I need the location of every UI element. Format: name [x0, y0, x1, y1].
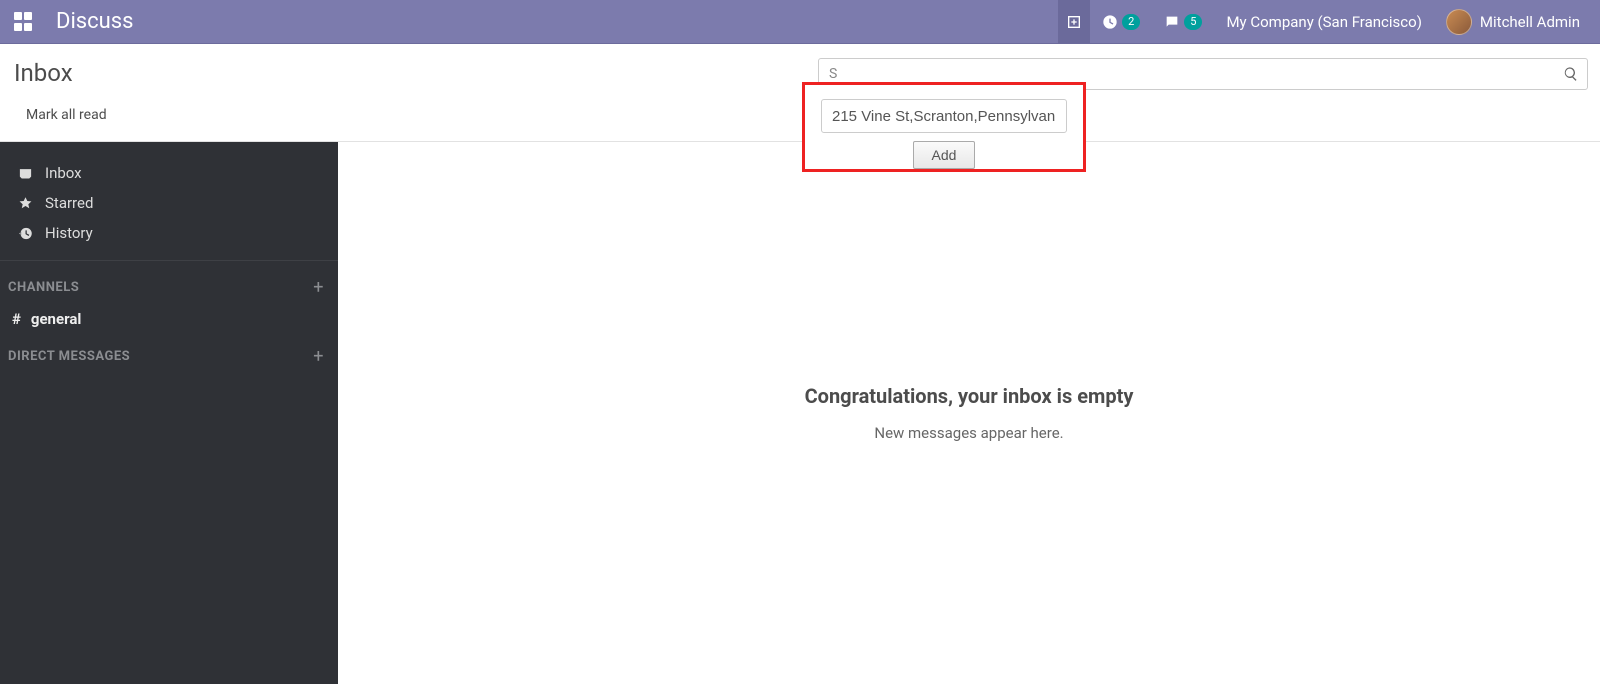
messages-badge: 5 [1184, 14, 1202, 30]
sidebar-item-inbox[interactable]: Inbox [0, 158, 338, 188]
top-navbar: Discuss 2 5 My Company (San Francisco) M… [0, 0, 1600, 44]
company-name: My Company (San Francisco) [1226, 13, 1421, 31]
search-prefix-text: S [829, 66, 837, 82]
activities-button[interactable]: 2 [1090, 0, 1152, 44]
mark-all-read-button[interactable]: Mark all read [26, 107, 107, 123]
add-channel-button[interactable]: + [313, 277, 324, 298]
history-icon [18, 226, 33, 241]
main-area: Inbox Starred History CHANNELS + # gener… [0, 142, 1600, 684]
channel-label: general [31, 310, 81, 328]
category-label: CHANNELS [8, 280, 79, 295]
address-add-popup: Add [802, 82, 1086, 172]
category-label: DIRECT MESSAGES [8, 349, 130, 364]
empty-headline: Congratulations, your inbox is empty [805, 384, 1134, 408]
user-name: Mitchell Admin [1480, 13, 1580, 31]
chat-icon [1164, 14, 1180, 30]
channel-general[interactable]: # general [0, 304, 338, 334]
sidebar-item-label: Inbox [45, 164, 82, 182]
user-menu[interactable]: Mitchell Admin [1434, 0, 1592, 44]
app-title: Discuss [56, 9, 134, 34]
new-window-button[interactable] [1058, 0, 1090, 44]
control-bar: Inbox Mark all read S Add [0, 44, 1600, 142]
company-switcher[interactable]: My Company (San Francisco) [1214, 0, 1433, 44]
inbox-icon [18, 166, 33, 181]
add-button[interactable]: Add [913, 141, 976, 169]
apps-launcher-icon[interactable] [14, 12, 34, 32]
star-icon [18, 196, 33, 211]
page-title: Inbox [14, 59, 107, 87]
sidebar-category-dm[interactable]: DIRECT MESSAGES + [0, 340, 338, 373]
sidebar: Inbox Starred History CHANNELS + # gener… [0, 142, 338, 684]
sidebar-item-history[interactable]: History [0, 218, 338, 248]
search-icon[interactable] [1563, 66, 1579, 82]
sidebar-item-label: History [45, 224, 93, 242]
activities-badge: 2 [1122, 14, 1140, 30]
avatar [1446, 9, 1472, 35]
new-window-icon [1066, 14, 1082, 30]
sidebar-item-starred[interactable]: Starred [0, 188, 338, 218]
add-dm-button[interactable]: + [313, 346, 324, 367]
address-input[interactable] [821, 99, 1067, 133]
messages-button[interactable]: 5 [1152, 0, 1214, 44]
empty-subtext: New messages appear here. [874, 424, 1063, 442]
sidebar-category-channels[interactable]: CHANNELS + [0, 271, 338, 304]
content-empty-state: Congratulations, your inbox is empty New… [338, 142, 1600, 684]
sidebar-item-label: Starred [45, 194, 93, 212]
hash-icon: # [12, 310, 21, 328]
clock-icon [1102, 14, 1118, 30]
